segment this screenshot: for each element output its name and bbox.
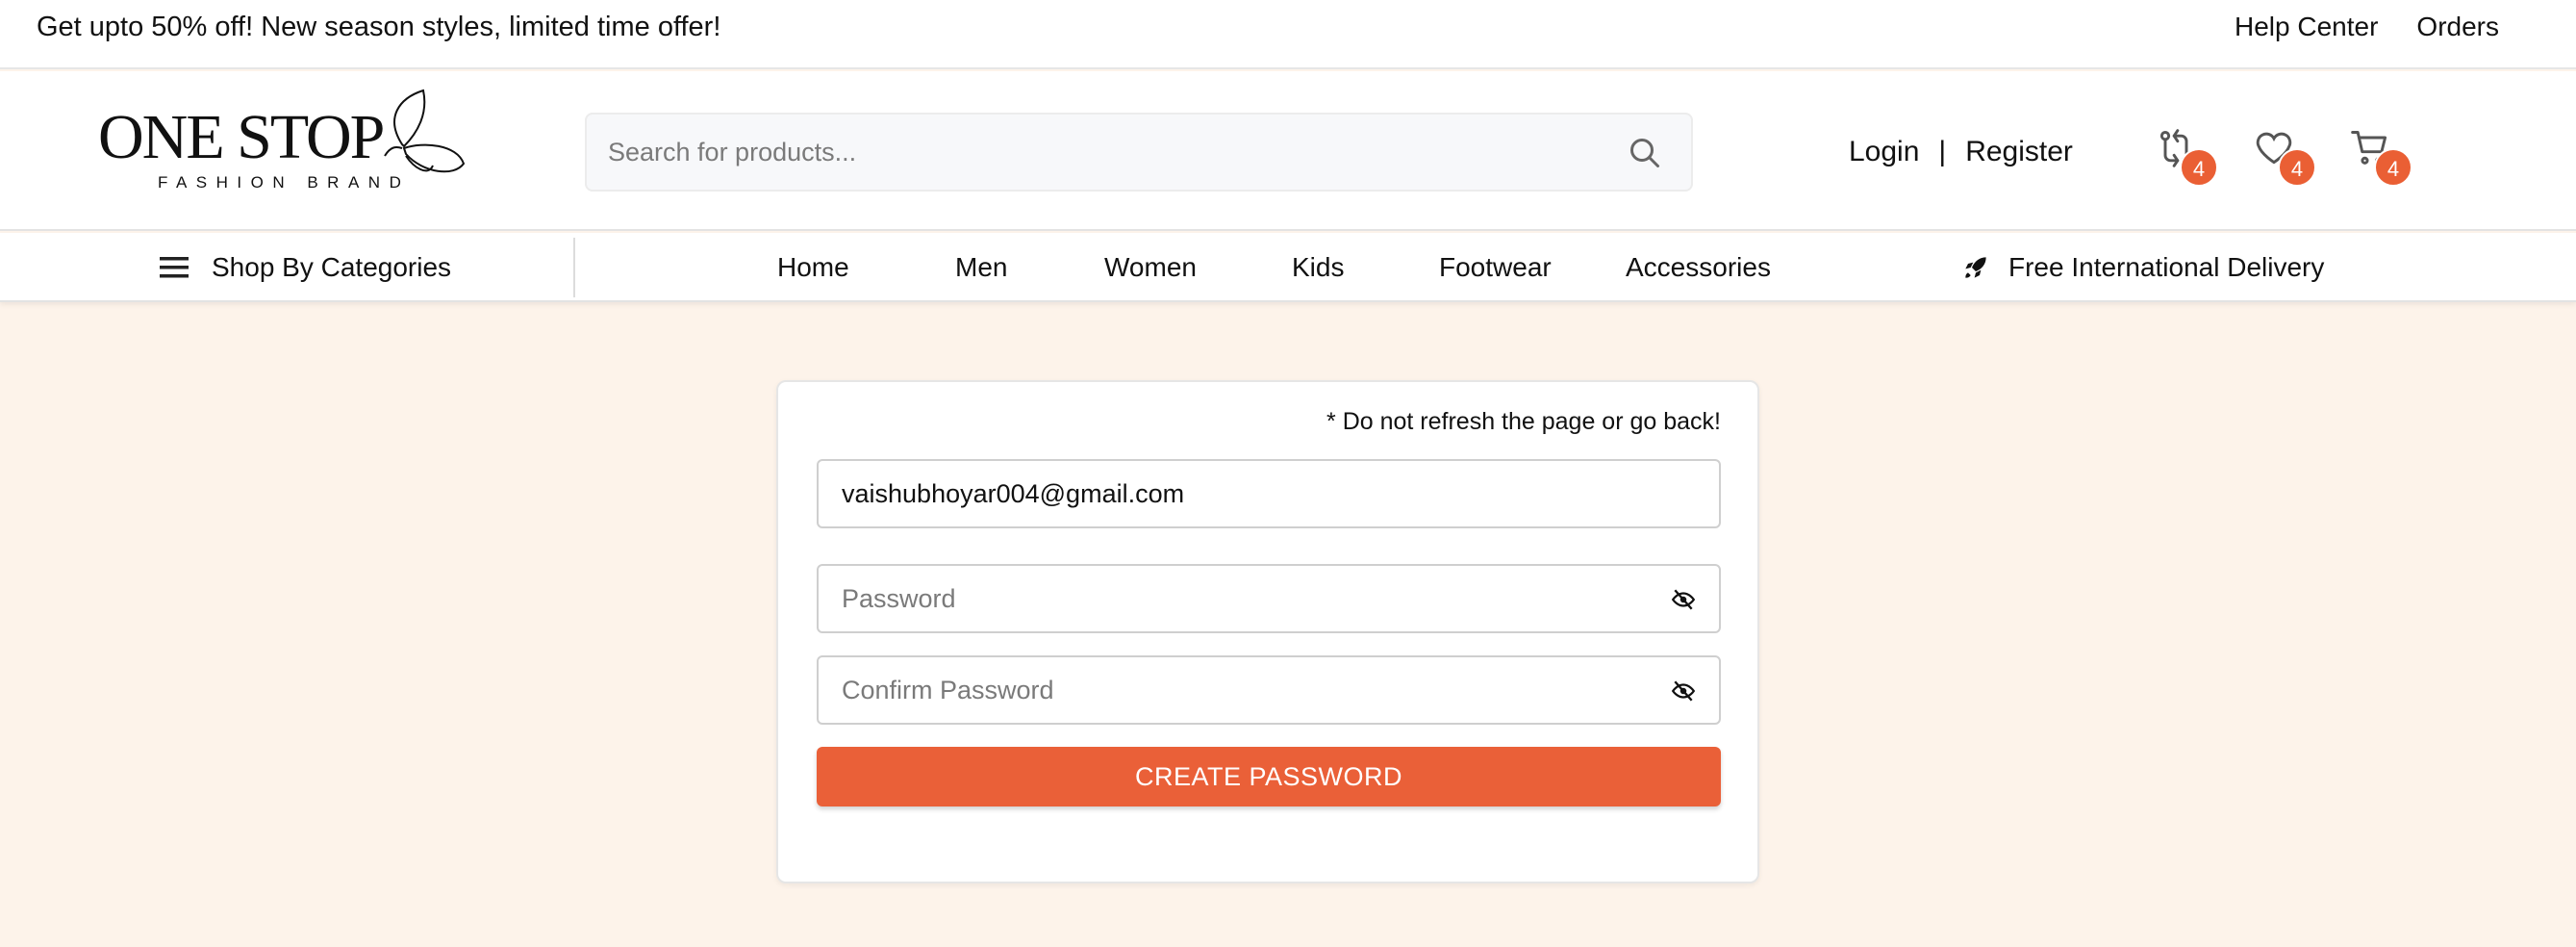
categories-label: Shop By Categories <box>212 252 452 282</box>
menu-icon <box>160 257 189 278</box>
password-input[interactable] <box>842 566 1650 631</box>
brand-logo[interactable]: ONE STOP FASHION BRAND <box>96 89 471 204</box>
logo-subtext: FASHION BRAND <box>158 173 410 192</box>
email-input[interactable] <box>842 461 1650 526</box>
create-password-card: * Do not refresh the page or go back! CR… <box>776 380 1759 883</box>
auth-links: Login | Register <box>1849 135 2073 169</box>
cart-button[interactable]: 4 <box>2349 127 2412 187</box>
confirm-password-field <box>817 655 1721 725</box>
nav-home[interactable]: Home <box>777 248 849 287</box>
free-delivery-banner: Free International Delivery <box>1960 248 2324 287</box>
cart-count-badge: 4 <box>2374 148 2412 187</box>
search-input[interactable] <box>608 115 1570 190</box>
orders-link[interactable]: Orders <box>2416 10 2499 44</box>
help-center-link[interactable]: Help Center <box>2235 10 2378 44</box>
main-nav: Shop By Categories Home Men Women Kids F… <box>0 233 2576 302</box>
site-header: ONE STOP FASHION BRAND Login | Register <box>0 71 2576 231</box>
nav-kids[interactable]: Kids <box>1292 248 1344 287</box>
wishlist-count-badge: 4 <box>2278 148 2316 187</box>
promo-bar: Get upto 50% off! New season styles, lim… <box>0 0 2576 69</box>
nav-accessories[interactable]: Accessories <box>1626 248 1771 287</box>
password-field <box>817 564 1721 633</box>
rocket-icon <box>1965 257 1986 278</box>
promo-text: Get upto 50% off! New season styles, lim… <box>37 12 721 42</box>
nav-women[interactable]: Women <box>1104 248 1197 287</box>
nav-divider <box>573 238 575 297</box>
compare-button[interactable]: 4 <box>2155 127 2218 187</box>
shop-by-categories-button[interactable]: Shop By Categories <box>160 248 451 287</box>
eye-slash-icon[interactable] <box>1671 587 1696 612</box>
eye-slash-icon[interactable] <box>1671 678 1696 704</box>
delivery-text: Free International Delivery <box>2008 252 2325 282</box>
register-link[interactable]: Register <box>1965 135 2073 169</box>
refresh-warning: * Do not refresh the page or go back! <box>1326 408 1721 435</box>
create-password-button[interactable]: CREATE PASSWORD <box>817 747 1721 806</box>
auth-separator: | <box>1938 136 1947 167</box>
top-links: Help Center Orders <box>2235 10 2499 44</box>
search-icon[interactable] <box>1628 136 1662 170</box>
wishlist-button[interactable]: 4 <box>2253 127 2316 187</box>
login-link[interactable]: Login <box>1849 135 1919 169</box>
confirm-password-input[interactable] <box>842 657 1650 723</box>
nav-footwear[interactable]: Footwear <box>1439 248 1552 287</box>
email-field <box>817 459 1721 528</box>
logo-text: ONE STOP <box>98 102 384 172</box>
compare-count-badge: 4 <box>2180 148 2218 187</box>
nav-men[interactable]: Men <box>955 248 1007 287</box>
search-bar <box>585 113 1693 192</box>
